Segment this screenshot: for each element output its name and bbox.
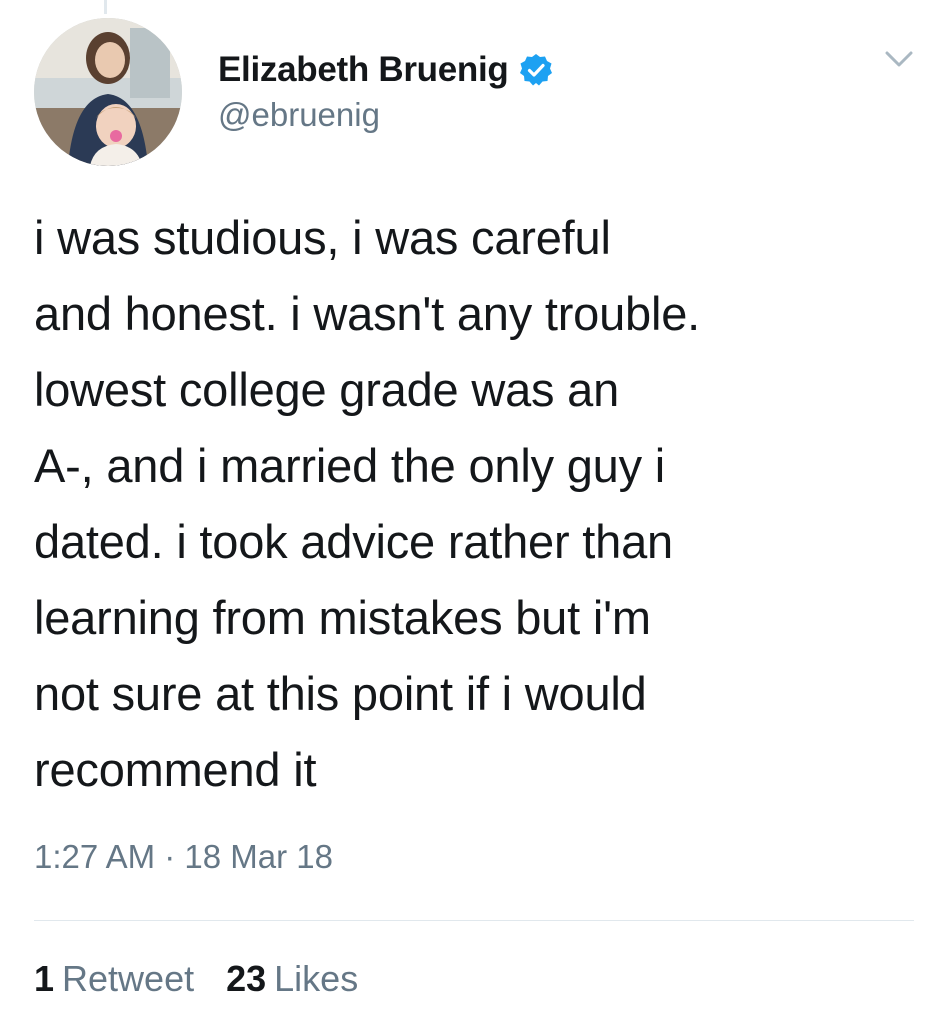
- tweet-header: Elizabeth Bruenig @ebruenig: [34, 18, 914, 168]
- tweet-text: i was studious, i was careful and honest…: [34, 211, 701, 796]
- tweet-timestamp[interactable]: 1:27 AM · 18 Mar 18: [34, 838, 333, 876]
- thread-connector-line: [104, 0, 107, 14]
- likes-count: 23: [226, 958, 267, 999]
- retweets-label: Retweet: [62, 958, 195, 999]
- tweet-stats: 1 Retweet 23 Likes: [34, 958, 358, 1000]
- verified-badge-icon: [519, 53, 553, 87]
- retweets-count: 1: [34, 958, 55, 999]
- likes-stat[interactable]: 23 Likes: [226, 958, 358, 1000]
- avatar-photo-icon: [34, 18, 182, 166]
- retweets-stat[interactable]: 1 Retweet: [34, 958, 194, 1000]
- chevron-down-icon[interactable]: [884, 48, 914, 70]
- divider: [34, 920, 914, 921]
- author-handle[interactable]: @ebruenig: [218, 96, 553, 134]
- author-display-name[interactable]: Elizabeth Bruenig: [218, 50, 509, 90]
- author-name-row: Elizabeth Bruenig: [218, 48, 553, 92]
- avatar[interactable]: [34, 18, 182, 166]
- likes-label: Likes: [274, 958, 359, 999]
- author-info[interactable]: Elizabeth Bruenig @ebruenig: [218, 48, 553, 134]
